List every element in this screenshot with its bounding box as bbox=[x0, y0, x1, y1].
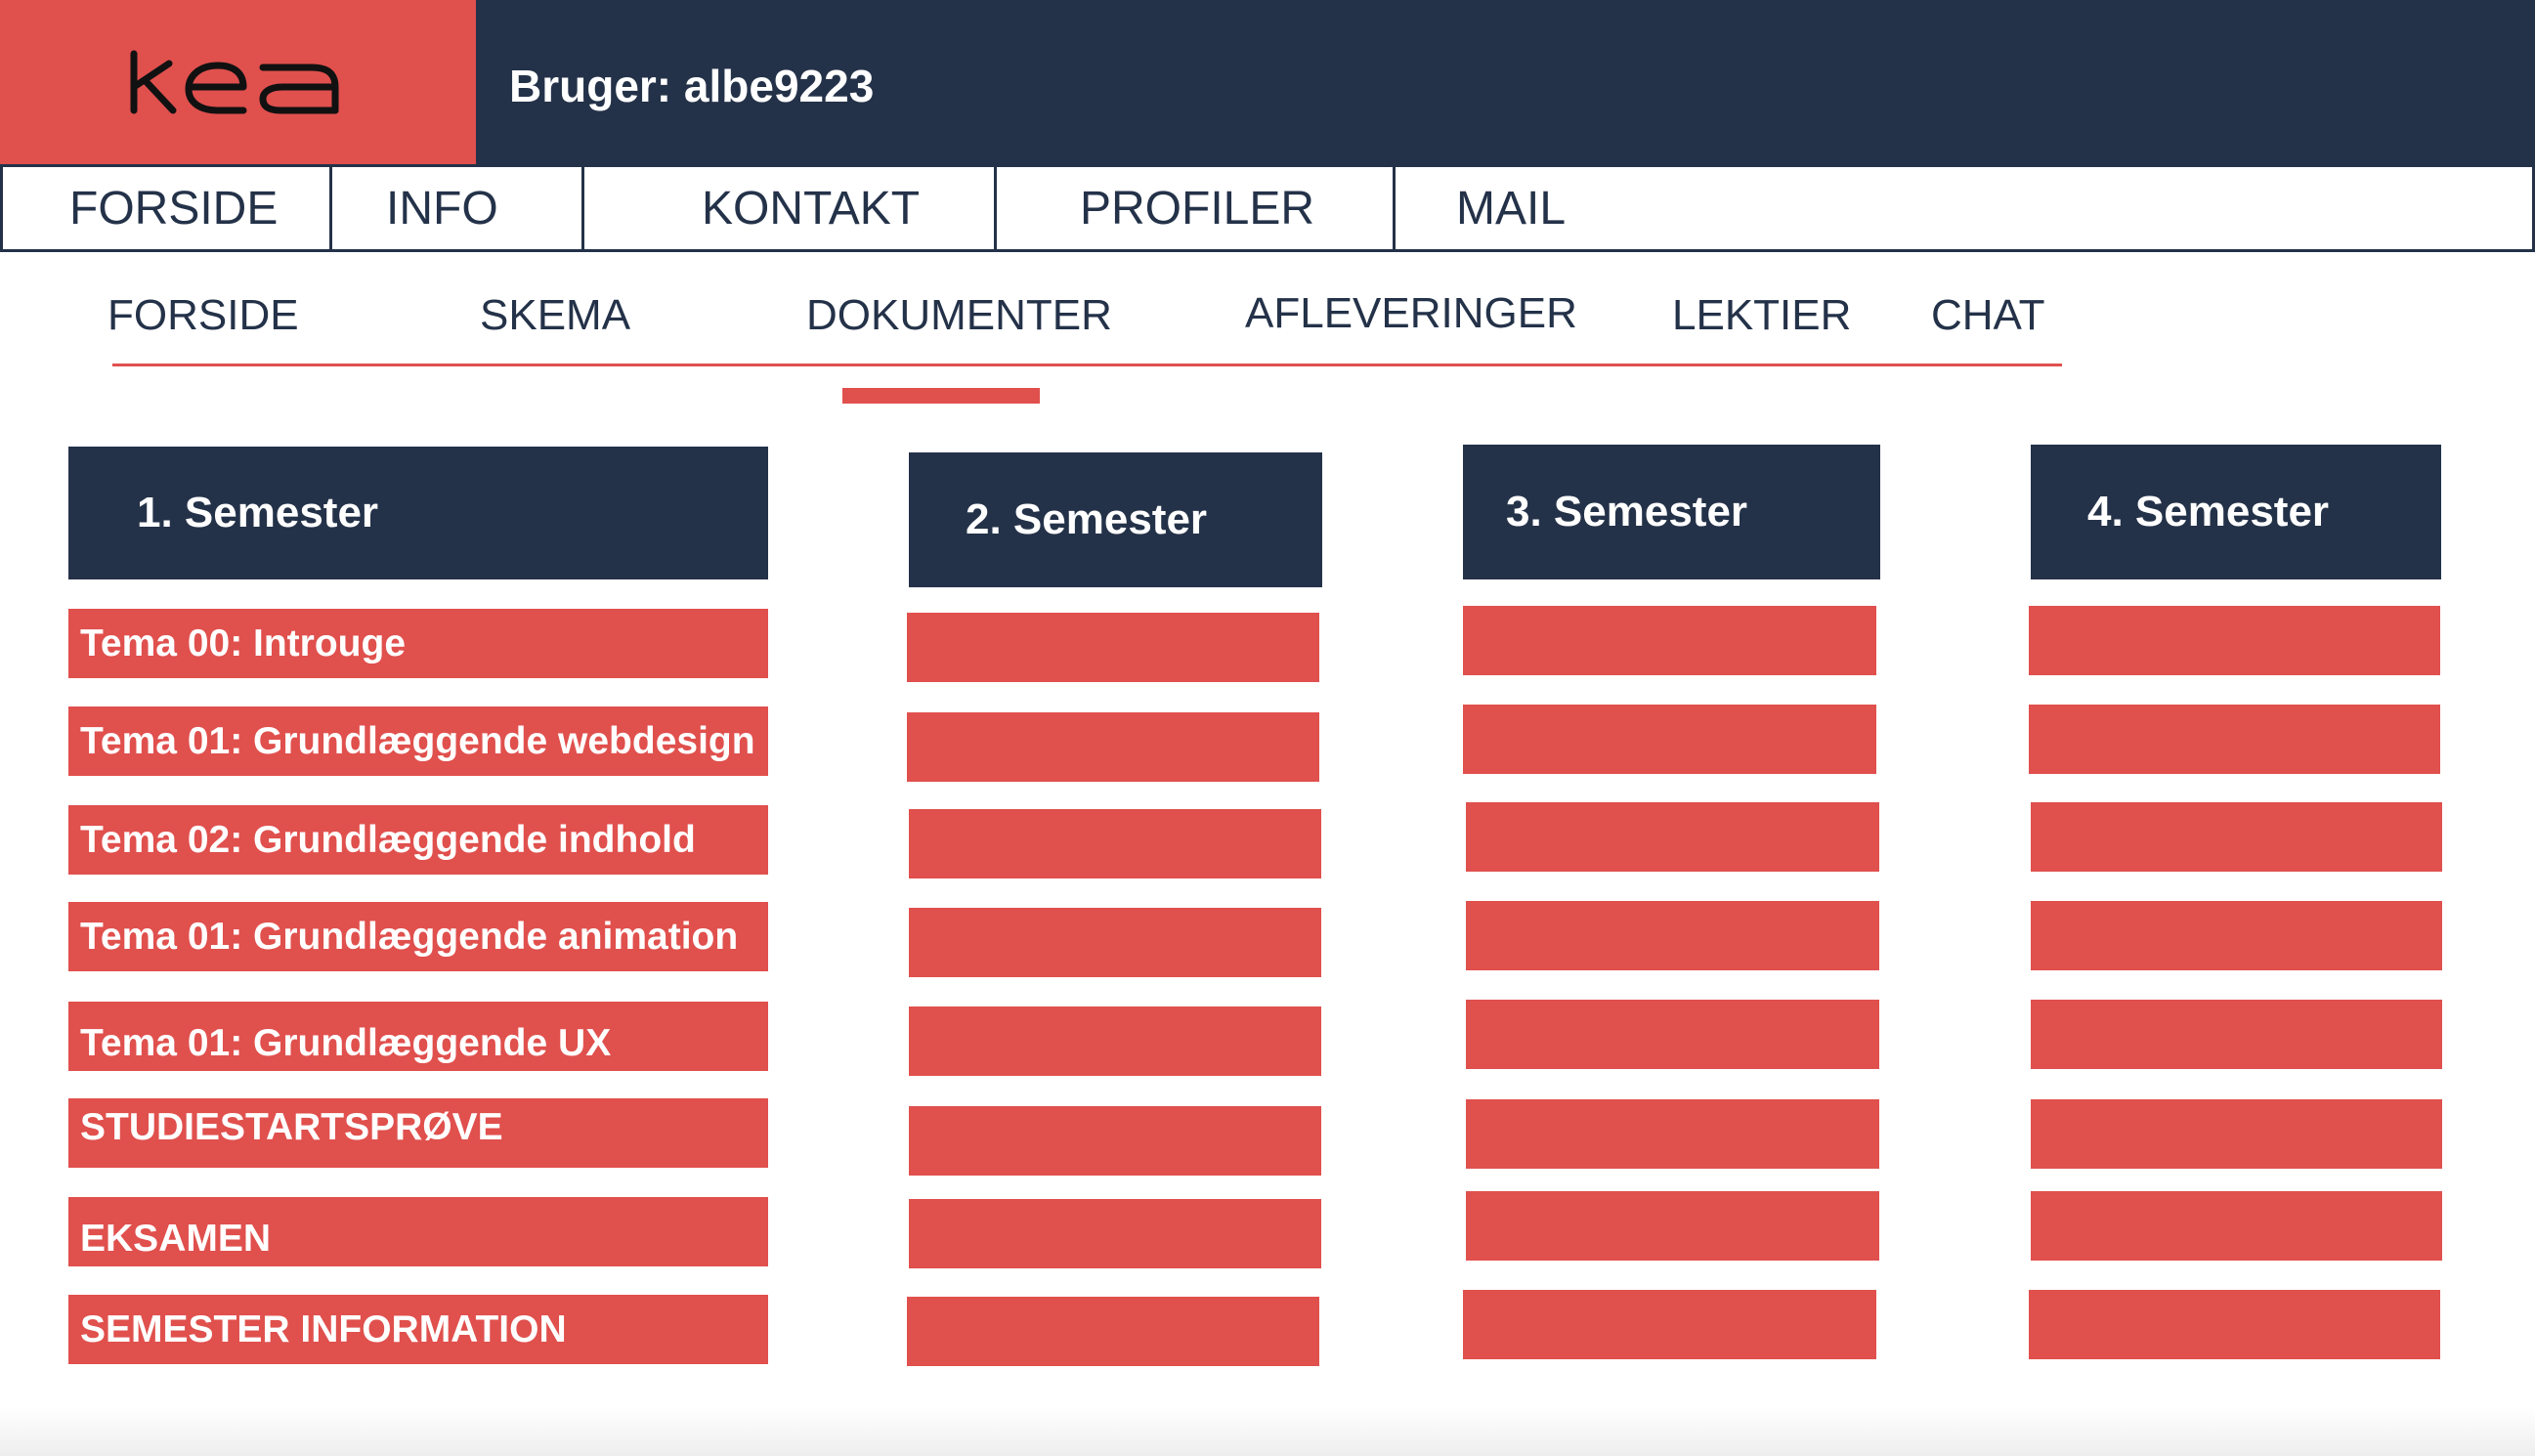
kea-logo[interactable] bbox=[0, 0, 479, 164]
subnav-afleveringer[interactable]: AFLEVERINGER bbox=[1245, 289, 1577, 338]
page: Bruger: albe9223 FORSIDE INFO KONTAKT PR… bbox=[0, 0, 2535, 1456]
subnav-forside[interactable]: FORSIDE bbox=[107, 291, 299, 340]
semester-4-item[interactable] bbox=[2031, 901, 2442, 970]
semester-4-item[interactable] bbox=[2029, 1290, 2440, 1359]
main-nav-kontakt[interactable]: KONTAKT bbox=[584, 167, 997, 249]
semester-1-item[interactable]: Tema 02: Grundlæggende indhold bbox=[68, 805, 768, 875]
semester-1-item[interactable]: STUDIESTARTSPRØVE bbox=[68, 1098, 768, 1168]
semester-4-item[interactable] bbox=[2031, 1000, 2442, 1069]
semester-1-item[interactable]: EKSAMEN bbox=[68, 1197, 768, 1266]
semester-3-item[interactable] bbox=[1466, 802, 1879, 872]
main-nav: FORSIDE INFO KONTAKT PROFILER MAIL bbox=[0, 164, 2535, 252]
semester-4-item[interactable] bbox=[2029, 606, 2440, 675]
semester-1-item[interactable]: Tema 01: Grundlæggende animation bbox=[68, 902, 768, 971]
semester-3-item[interactable] bbox=[1463, 1290, 1876, 1359]
semester-4-header[interactable]: 4. Semester bbox=[2031, 445, 2441, 579]
semester-2-item[interactable] bbox=[907, 712, 1319, 782]
semester-2-item[interactable] bbox=[909, 908, 1321, 977]
user-label: Bruger: albe9223 bbox=[509, 61, 875, 111]
semester-2-item[interactable] bbox=[909, 809, 1321, 878]
bottom-shadow bbox=[0, 1407, 2535, 1456]
semester-3-item[interactable] bbox=[1466, 1099, 1879, 1169]
main-nav-mail[interactable]: MAIL bbox=[1396, 167, 1689, 249]
semester-4-item[interactable] bbox=[2029, 705, 2440, 774]
semester-1-item[interactable]: Tema 00: Introuge bbox=[68, 609, 768, 678]
semester-3-item[interactable] bbox=[1463, 705, 1876, 774]
semester-4-item[interactable] bbox=[2031, 1099, 2442, 1169]
semester-1-item[interactable]: Tema 01: Grundlæggende UX bbox=[68, 1002, 768, 1071]
semester-1-header[interactable]: 1. Semester bbox=[68, 447, 768, 579]
main-nav-info[interactable]: INFO bbox=[332, 167, 584, 249]
semester-3-item[interactable] bbox=[1466, 901, 1879, 970]
subnav-underline bbox=[112, 364, 2062, 366]
subnav-skema[interactable]: SKEMA bbox=[480, 291, 630, 340]
top-bar: Bruger: albe9223 bbox=[479, 0, 2535, 164]
semester-4-item[interactable] bbox=[2031, 1191, 2442, 1261]
semester-3-item[interactable] bbox=[1463, 606, 1876, 675]
semester-3-item[interactable] bbox=[1466, 1000, 1879, 1069]
subnav-active-indicator bbox=[842, 388, 1040, 404]
semester-2-item[interactable] bbox=[909, 1106, 1321, 1176]
kea-logo-mark bbox=[130, 50, 338, 114]
semester-2-item[interactable] bbox=[909, 1199, 1321, 1268]
semester-2-item[interactable] bbox=[907, 613, 1319, 682]
semester-1-item[interactable]: Tema 01: Grundlæggende webdesign bbox=[68, 707, 768, 776]
subnav-chat[interactable]: CHAT bbox=[1931, 291, 2045, 340]
semester-3-header[interactable]: 3. Semester bbox=[1463, 445, 1880, 579]
subnav-lektier[interactable]: LEKTIER bbox=[1672, 291, 1851, 340]
main-nav-profiler[interactable]: PROFILER bbox=[997, 167, 1396, 249]
semester-4-item[interactable] bbox=[2031, 802, 2442, 872]
semester-1-item[interactable]: SEMESTER INFORMATION bbox=[68, 1295, 768, 1364]
subnav-dokumenter[interactable]: DOKUMENTER bbox=[806, 291, 1112, 340]
semester-2-item[interactable] bbox=[909, 1006, 1321, 1076]
main-nav-forside[interactable]: FORSIDE bbox=[3, 167, 332, 249]
semester-2-header[interactable]: 2. Semester bbox=[909, 452, 1322, 587]
semester-2-item[interactable] bbox=[907, 1297, 1319, 1366]
semester-3-item[interactable] bbox=[1466, 1191, 1879, 1261]
